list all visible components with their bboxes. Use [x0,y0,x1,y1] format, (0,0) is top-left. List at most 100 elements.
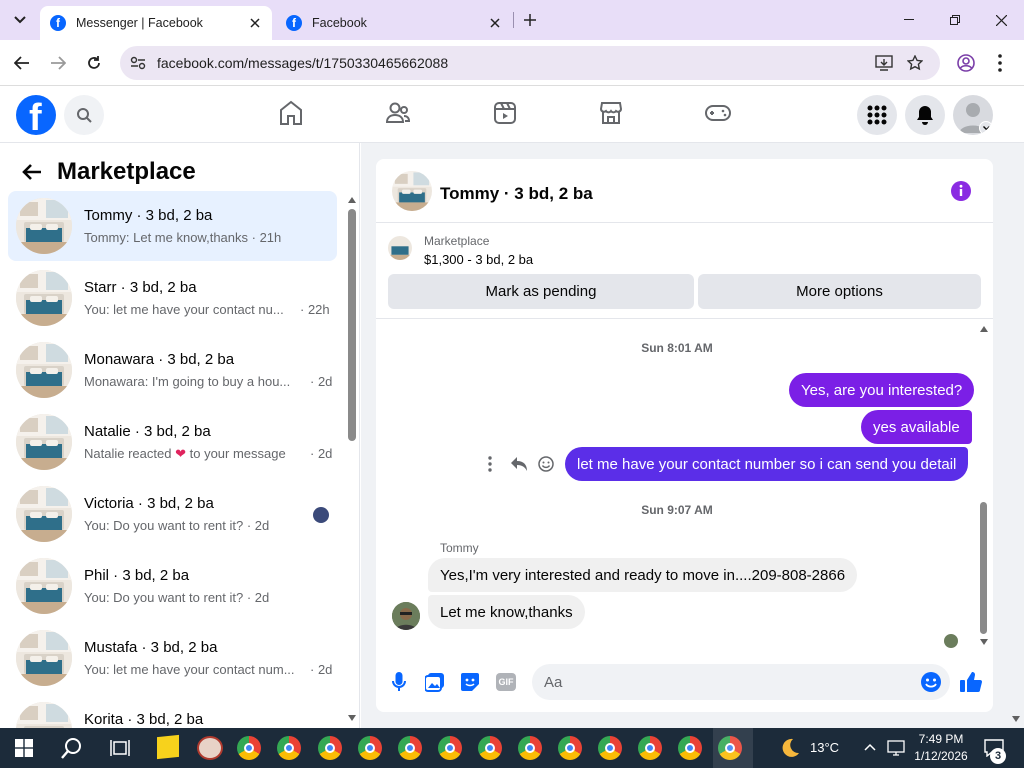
reply-icon[interactable] [510,456,528,472]
sender-avatar[interactable] [392,602,420,630]
scroll-down-arrow-icon[interactable] [348,715,356,721]
install-app-icon[interactable] [875,55,893,71]
gif-button[interactable]: GIF [496,673,516,691]
address-bar[interactable]: facebook.com/messages/t/1750330465662088 [120,46,940,80]
chat-header: Tommy · 3 bd, 2 ba [376,159,993,223]
chrome-browser-icon[interactable] [558,736,582,760]
mark-as-pending-button[interactable]: Mark as pending [388,274,694,309]
windows-start-icon[interactable] [15,739,33,757]
listing-photo-icon [16,270,72,326]
conversation-item[interactable]: Victoria · 3 bd, 2 ba You: Do you want to… [8,479,337,549]
scroll-up-arrow-icon[interactable] [980,326,988,332]
conversation-preview: Tommy: Let me know,thanks · 21h [84,230,282,245]
gaming-icon[interactable] [705,100,731,126]
reload-icon[interactable] [86,55,102,71]
chrome-browser-icon[interactable] [318,736,342,760]
conversation-item[interactable]: Starr · 3 bd, 2 ba You: let me have your … [8,263,337,333]
conversation-preview: You: let me have your contact num... [84,662,295,677]
sticky-notes-icon[interactable] [157,734,179,760]
close-icon[interactable] [250,18,260,28]
chevron-up-icon[interactable] [864,743,876,751]
info-icon[interactable] [951,181,971,201]
more-options-button[interactable]: More options [698,274,981,309]
conversation-item[interactable]: Tommy · 3 bd, 2 ba Tommy: Let me know,tha… [8,191,337,261]
clock-time[interactable]: 7:49 PM [916,732,966,746]
chrome-browser-icon[interactable] [638,736,662,760]
page-scroll-down-arrow-icon[interactable] [1012,716,1020,722]
close-icon[interactable] [490,18,500,28]
notification-count-badge: 3 [990,748,1006,764]
account-button[interactable] [953,95,993,135]
conversation-preview: Natalie reacted ❤ to your message [84,446,286,461]
home-icon[interactable] [279,100,303,126]
friends-icon[interactable] [385,100,411,126]
more-vertical-icon[interactable] [998,54,1002,72]
emoji-icon[interactable] [920,671,942,693]
timestamp-divider: Sun 8:01 AM [641,341,713,355]
chrome-browser-icon[interactable] [438,736,462,760]
watch-video-icon[interactable] [493,100,517,126]
tab-messenger[interactable]: f Messenger | Facebook [40,6,272,40]
conversation-name: Phil · 3 bd, 2 ba [84,567,190,584]
scrollbar-thumb[interactable] [980,502,987,634]
scroll-up-arrow-icon[interactable] [348,197,356,203]
clock-date[interactable]: 1/12/2026 [912,749,970,763]
message-input[interactable]: Aa [532,664,950,700]
heart-icon: ❤ [175,446,186,461]
minimize-button[interactable] [886,6,932,34]
chrome-browser-icon[interactable] [237,736,261,760]
weather-moon-icon[interactable] [779,737,801,759]
chat-avatar[interactable] [392,171,432,211]
conversation-item[interactable]: Mustafa · 3 bd, 2 ba You: let me have you… [8,623,337,693]
outgoing-message[interactable]: let me have your contact number so i can… [565,447,969,481]
menu-button[interactable] [857,95,897,135]
tab-facebook[interactable]: f Facebook [276,6,508,40]
sticker-icon[interactable] [460,672,480,692]
close-window-button[interactable] [978,6,1024,34]
conversation-time: · 2d [310,374,333,389]
incoming-message[interactable]: Let me know,thanks [428,595,585,629]
paint-app-icon[interactable] [197,736,223,760]
weather-temperature[interactable]: 13°C [810,740,839,755]
grid-menu-icon [867,105,887,125]
chrome-browser-icon[interactable] [678,736,702,760]
facebook-logo[interactable]: f [16,95,56,135]
back-arrow-icon[interactable] [14,56,30,70]
search-icon[interactable] [61,737,83,759]
chrome-browser-icon[interactable] [598,736,622,760]
chrome-browser-icon[interactable] [358,736,382,760]
restore-button[interactable] [932,6,978,34]
photo-icon[interactable] [425,672,445,692]
scrollbar-thumb[interactable] [348,209,356,441]
chrome-browser-icon[interactable] [478,736,502,760]
microphone-icon[interactable] [392,672,406,692]
bookmark-star-icon[interactable] [907,55,923,71]
network-icon[interactable] [887,739,905,757]
back-arrow-icon[interactable] [22,163,42,181]
chrome-browser-icon[interactable] [398,736,422,760]
conversation-item[interactable]: Monawara · 3 bd, 2 ba Monawara: I'm going… [8,335,337,405]
scroll-down-arrow-icon[interactable] [980,639,988,645]
outgoing-message[interactable]: Yes, are you interested? [789,373,975,407]
site-settings-icon[interactable] [130,56,146,70]
profile-icon[interactable] [957,54,975,72]
conversation-item[interactable]: Korita · 3 bd, 2 ba [8,695,337,728]
thumbs-up-icon[interactable] [960,671,982,693]
forward-arrow-icon[interactable] [50,56,66,70]
marketplace-icon[interactable] [599,100,623,126]
react-emoji-icon[interactable] [538,456,554,472]
task-view-icon[interactable] [110,739,130,757]
chrome-browser-icon[interactable] [277,736,301,760]
tab-list-button[interactable] [8,8,32,32]
more-vertical-icon[interactable] [488,456,492,472]
conversation-name: Mustafa · 3 bd, 2 ba [84,639,218,656]
incoming-message[interactable]: Yes,I'm very interested and ready to mov… [428,558,858,592]
notifications-button[interactable] [905,95,945,135]
outgoing-message[interactable]: yes available [861,410,972,444]
chrome-browser-icon[interactable] [518,736,542,760]
search-button[interactable] [64,95,104,135]
conversation-item[interactable]: Natalie · 3 bd, 2 ba Natalie reacted ❤ to… [8,407,337,477]
listing-card[interactable]: Marketplace $1,300 - 3 bd, 2 ba Mark as … [376,224,993,319]
new-tab-button[interactable] [520,10,540,30]
conversation-item[interactable]: Phil · 3 bd, 2 ba You: Do you want to ren… [8,551,337,621]
